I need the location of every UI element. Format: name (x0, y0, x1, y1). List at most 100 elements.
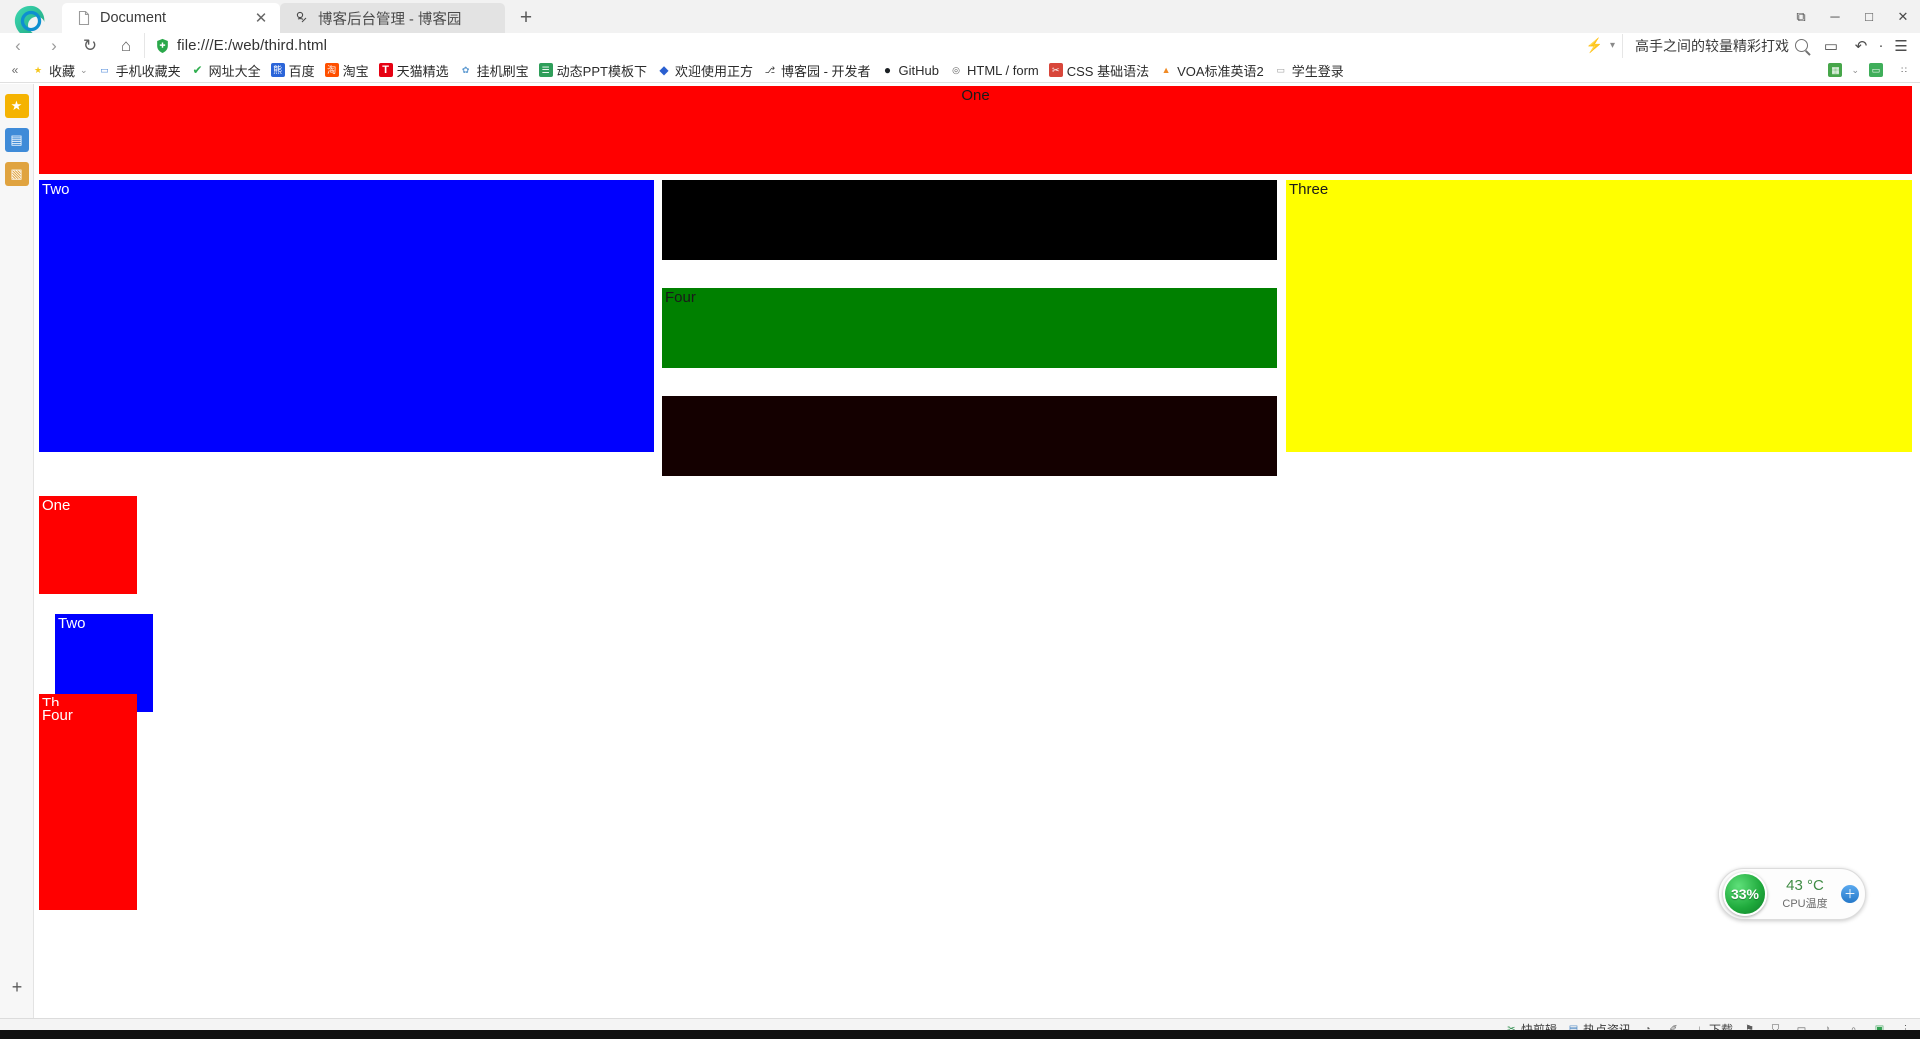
bookmark-item-6[interactable]: ✿ 挂机刷宝 (454, 59, 534, 81)
browser-logo (0, 0, 62, 39)
browser-tab-strip: Document ✕ 博客后台管理 - 博客园 + ⧉ ─ □ ✕ (0, 0, 1920, 39)
phone-icon: ▭ (100, 64, 109, 75)
maximize-button[interactable]: □ (1852, 0, 1886, 33)
page-box-one-banner: One (39, 86, 1912, 174)
menu-button[interactable]: ☰ (1886, 33, 1916, 58)
chevron-down-icon[interactable]: ⌄ (80, 65, 88, 76)
search-input[interactable]: 高手之间的较量精彩打戏 (1622, 33, 1816, 58)
bookmark-item-13-label: VOA标准英语2 (1177, 63, 1264, 79)
address-bar[interactable]: file:///E:/web/third.html (144, 33, 1581, 58)
security-shield-icon (157, 38, 168, 53)
bookmark-item-7[interactable]: ☰ 动态PPT模板下 (534, 59, 652, 81)
github-icon: ● (883, 63, 892, 77)
bookmark-item-0-label: 收藏 (49, 63, 76, 79)
taobao-icon: 淘 (324, 63, 339, 77)
css-icon: ✂ (1048, 63, 1063, 77)
bookmark-item-10[interactable]: ● GitHub (876, 59, 944, 81)
history-back-button[interactable]: ↶ (1846, 33, 1876, 58)
minimize-button[interactable]: ─ (1818, 0, 1852, 33)
bookmark-item-7-label: 动态PPT模板下 (556, 63, 647, 79)
bookmark-item-14-label: 学生登录 (1291, 63, 1344, 79)
bookmarks-collapse-icon[interactable]: « (4, 59, 26, 81)
cpu-widget-add-icon[interactable]: ＋ (1841, 885, 1859, 903)
bookmark-item-12-label: CSS 基础语法 (1066, 63, 1150, 79)
bookmark-item-4-label: 淘宝 (342, 63, 369, 79)
ppt-icon: ☰ (538, 63, 553, 77)
chevron-down-icon[interactable]: ▾ (1608, 40, 1622, 51)
page-icon (78, 10, 90, 26)
extension-icon: ▦ (1828, 63, 1843, 77)
browser-navigation-bar: ‹ › ↻ ⌂ file:///E:/web/third.html ⚡ ▾ 高手… (0, 33, 1920, 58)
cpu-widget-texts: 43 °C CPU温度 (1767, 877, 1841, 910)
history-caret-icon[interactable]: · (1876, 33, 1886, 58)
address-bar-url: file:///E:/web/third.html (177, 37, 328, 54)
bookmark-item-11[interactable]: ◎ HTML / form (944, 59, 1044, 81)
chevron-down-icon[interactable]: ⌄ (1851, 65, 1859, 76)
cpu-temperature-value: 43 °C (1786, 877, 1824, 895)
bookmark-item-12[interactable]: ✂ CSS 基础语法 (1044, 59, 1154, 81)
bookmark-item-13[interactable]: ▲ VOA标准英语2 (1154, 59, 1269, 81)
browser-tab-1-title: 博客后台管理 - 博客园 (318, 11, 462, 28)
bookmark-item-1[interactable]: ▭ 手机收藏夹 (93, 59, 186, 81)
page-box-one-small: One (39, 496, 137, 594)
reading-list-button[interactable]: ▭ (1864, 59, 1892, 81)
page-box-black-top (662, 180, 1277, 260)
home-button[interactable]: ⌂ (108, 33, 144, 58)
paw-icon: ✿ (461, 64, 470, 75)
tmall-icon: T (378, 63, 393, 77)
voa-icon: ▲ (1161, 64, 1171, 75)
browser-tab-0-title: Document (100, 10, 167, 26)
browser-tab-0-close-icon[interactable]: ✕ (252, 9, 270, 27)
reload-button[interactable]: ↻ (72, 33, 108, 58)
cpu-temperature-widget[interactable]: 33% 43 °C CPU温度 ＋ (1718, 868, 1866, 920)
browser-tab-0[interactable]: Document ✕ (62, 3, 280, 33)
forward-button[interactable]: › (36, 33, 72, 58)
sidebar-item-favorites[interactable]: ★ (4, 94, 29, 118)
collections-button[interactable]: ▭ (1816, 33, 1846, 58)
performance-bolt-icon[interactable]: ⚡ (1581, 37, 1608, 54)
page-box-four-green: Four (662, 288, 1277, 368)
page-box-four-small: Four (39, 706, 137, 910)
apps-grid-button[interactable]: ∷ (1892, 59, 1920, 81)
sidebar-item-notes[interactable]: ▧ (4, 162, 29, 186)
browser-tab-1[interactable]: 博客后台管理 - 博客园 (280, 3, 505, 33)
address-bar-right-controls: ⚡ ▾ 高手之间的较量精彩打戏 ▭ ↶ · ☰ (1581, 33, 1920, 58)
cpu-usage-dial: 33% (1723, 872, 1767, 916)
bookmark-item-9[interactable]: ⎇ 博客园 - 开发者 (758, 59, 876, 81)
left-sidebar-rail: ★ ▤ ▧ + (0, 84, 34, 1018)
bookmark-item-1-label: 手机收藏夹 (115, 63, 181, 79)
cnblogs-icon: ⎇ (764, 64, 776, 75)
bookmark-item-2[interactable]: ✔ 网址大全 (186, 59, 266, 81)
apps-grid-icon: ∷ (1901, 64, 1907, 75)
sidebar-item-collections[interactable]: ▤ (4, 128, 29, 152)
close-window-button[interactable]: ✕ (1886, 0, 1920, 33)
extension-button[interactable]: ▦ ⌄ (1823, 59, 1864, 81)
bookmark-item-5-label: 天猫精选 (396, 63, 449, 79)
bookmark-item-8[interactable]: ◆ 欢迎使用正方 (652, 59, 758, 81)
sidebar-add-button[interactable]: + (0, 977, 34, 998)
bookmark-item-0[interactable]: ★ 收藏 ⌄ (26, 59, 93, 81)
star-icon: ★ (33, 64, 43, 75)
window-controls: ⧉ ─ □ ✕ (1784, 0, 1920, 33)
bookmark-item-5[interactable]: T 天猫精选 (374, 59, 454, 81)
search-icon[interactable] (1795, 39, 1808, 52)
check-icon: ✔ (192, 63, 203, 77)
bookmark-item-14[interactable]: ▭ 学生登录 (1269, 59, 1349, 81)
bookmark-item-8-label: 欢迎使用正方 (674, 63, 753, 79)
bookmark-item-4[interactable]: 淘 淘宝 (320, 59, 374, 81)
restore-down-button[interactable]: ⧉ (1784, 0, 1818, 33)
os-taskbar-strip (0, 1030, 1920, 1039)
bookmark-item-3[interactable]: 熊 百度 (266, 59, 320, 81)
new-tab-button[interactable]: + (511, 3, 541, 33)
page-content: One Two Four Three One Two Th Four (35, 84, 1920, 1018)
baidu-icon: 熊 (270, 63, 285, 77)
diamond-icon: ◆ (659, 63, 669, 77)
bookmarks-bar: « ★ 收藏 ⌄ ▭ 手机收藏夹 ✔ 网址大全 熊 百度 淘 淘宝 T 天猫精选… (0, 58, 1920, 83)
page-icon: ▭ (1276, 64, 1286, 75)
bookmark-item-10-label: GitHub (898, 62, 939, 78)
search-input-value: 高手之间的较量精彩打戏 (1635, 37, 1789, 54)
bookmark-item-2-label: 网址大全 (208, 63, 261, 79)
back-button[interactable]: ‹ (0, 33, 36, 58)
cpu-temperature-label: CPU温度 (1782, 897, 1828, 910)
bookmark-item-9-label: 博客园 - 开发者 (780, 63, 871, 79)
